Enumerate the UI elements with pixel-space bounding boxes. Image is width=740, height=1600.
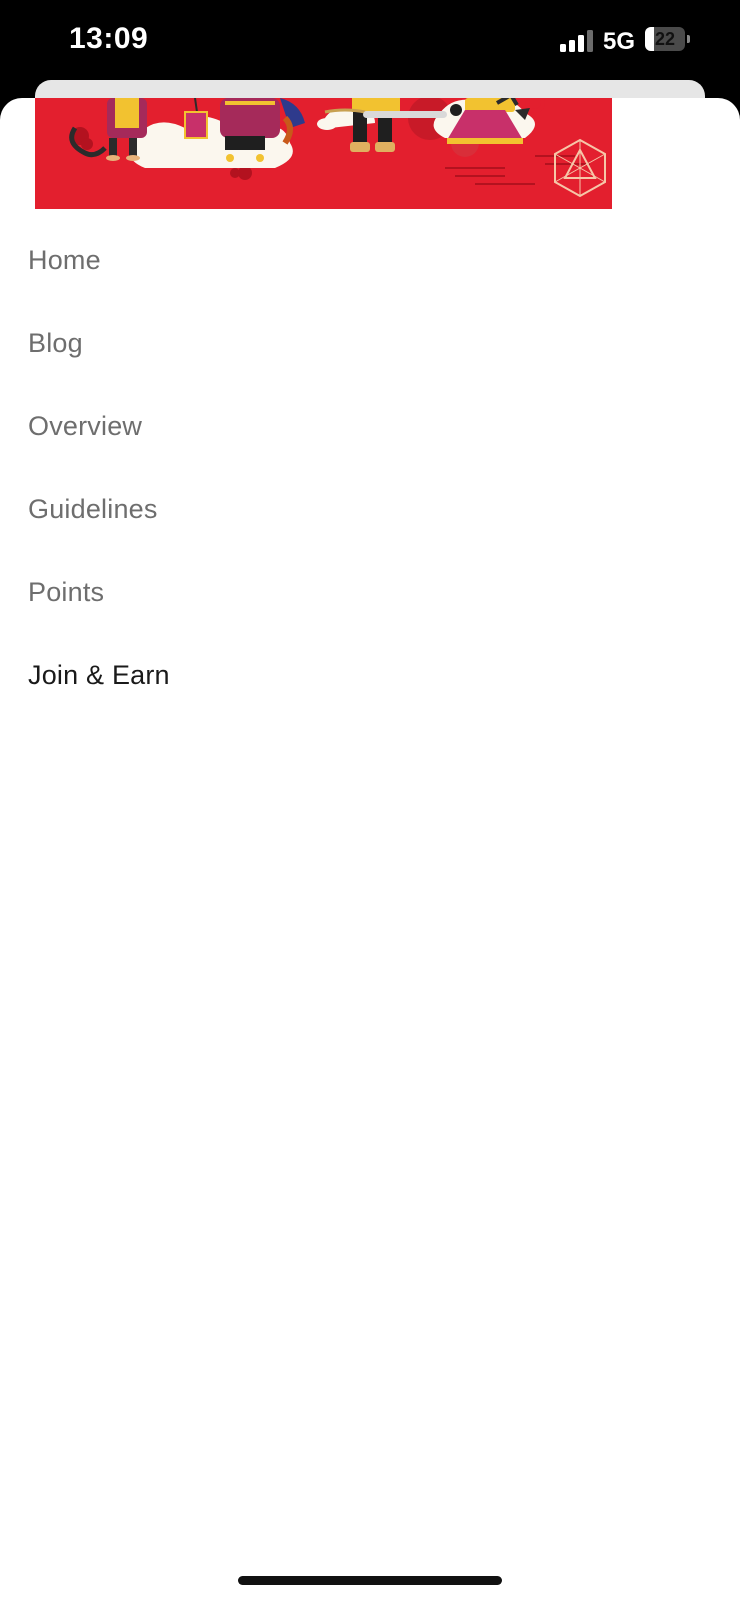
home-indicator[interactable]: [238, 1576, 502, 1585]
main-menu: Home Blog Overview Guidelines Points Joi…: [28, 238, 708, 736]
sheet-grabber[interactable]: [363, 111, 447, 118]
status-bar: 13:09 5G 22: [0, 0, 740, 90]
menu-item-blog[interactable]: Blog: [28, 321, 708, 404]
menu-item-home[interactable]: Home: [28, 238, 708, 321]
promo-banner[interactable]: [35, 98, 612, 209]
hexagon-logo-icon: [554, 138, 606, 198]
battery-icon: 22: [645, 27, 691, 53]
menu-item-join-earn[interactable]: Join & Earn: [28, 653, 708, 736]
menu-item-overview[interactable]: Overview: [28, 404, 708, 487]
menu-sheet: Home Blog Overview Guidelines Points Joi…: [0, 98, 740, 1600]
banner-illustration: [69, 98, 606, 198]
status-time: 13:09: [69, 22, 149, 55]
network-type: 5G: [603, 28, 636, 55]
menu-item-guidelines[interactable]: Guidelines: [28, 487, 708, 570]
cellular-signal-icon: [560, 30, 593, 52]
battery-percentage: 22: [654, 29, 676, 49]
phone-screen: 13:09 5G 22 Home Blog Overview Guideline…: [0, 0, 740, 1600]
menu-item-points[interactable]: Points: [28, 570, 708, 653]
